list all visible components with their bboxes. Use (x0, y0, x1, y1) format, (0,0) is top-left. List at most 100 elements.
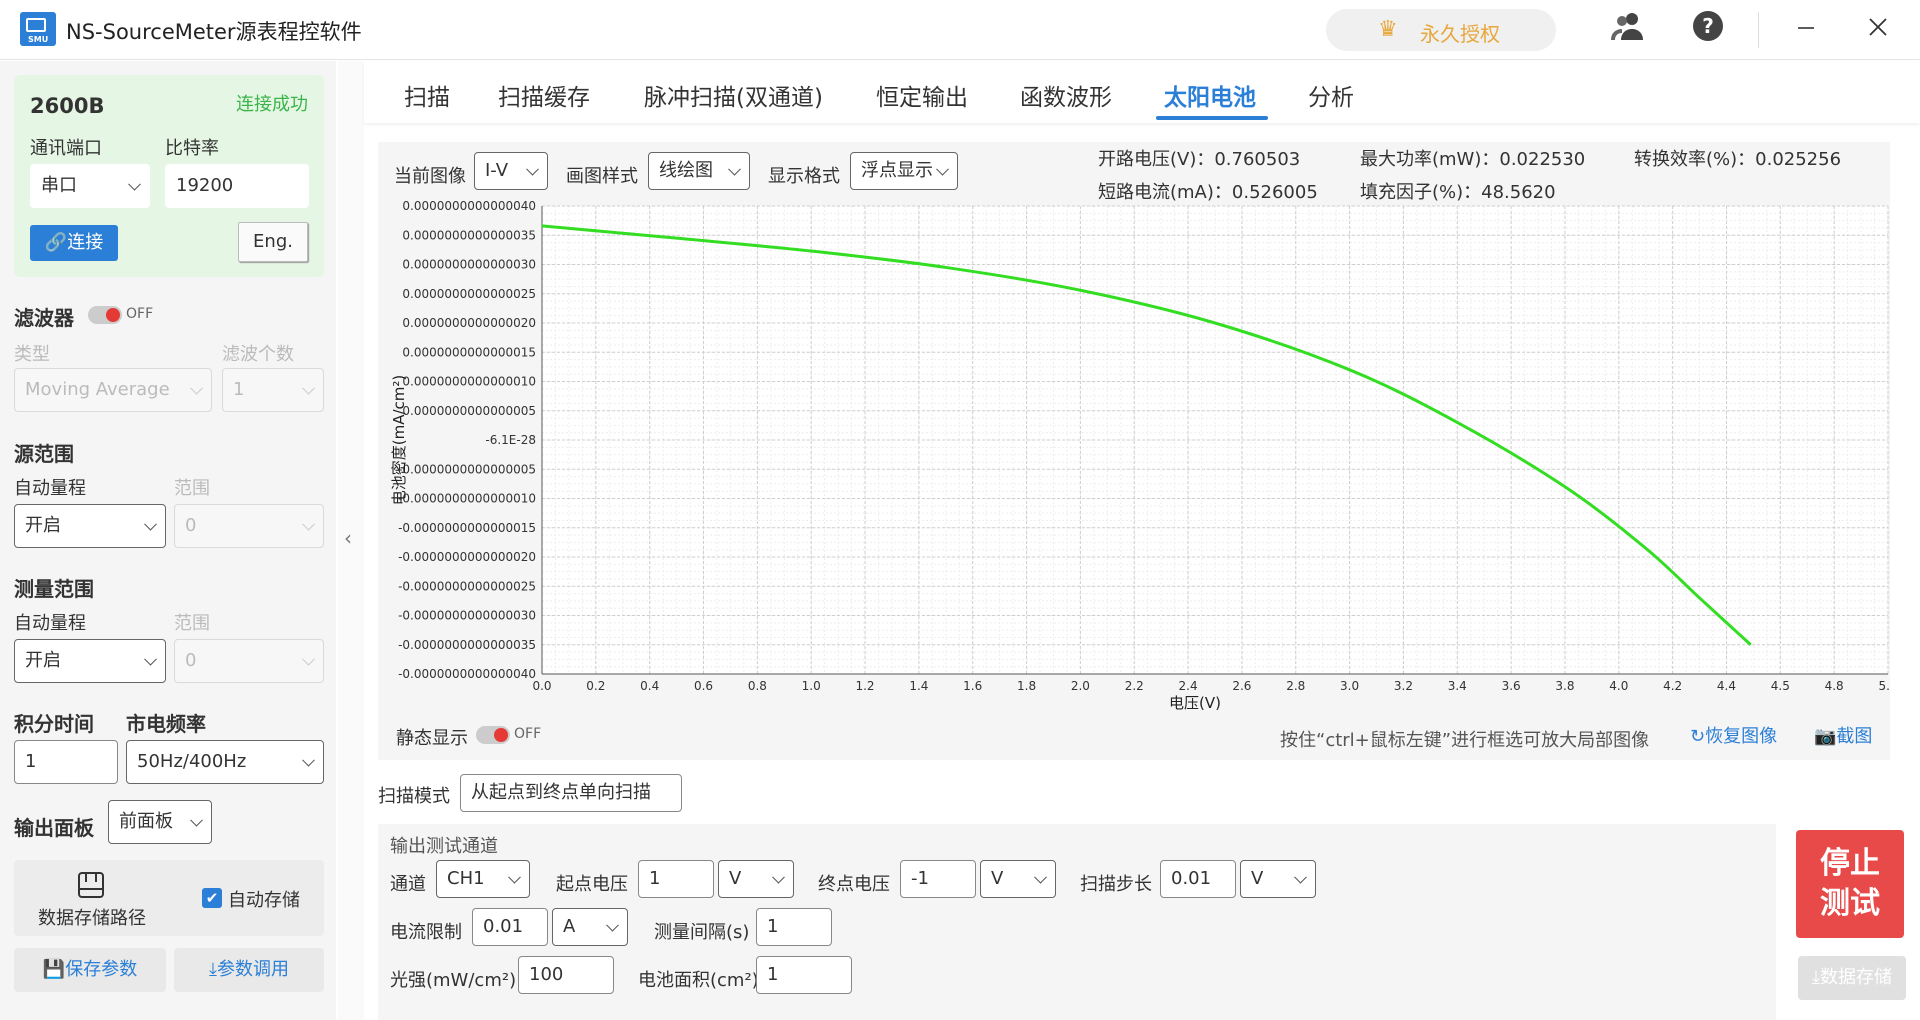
stop-label-1: 停止 (1820, 846, 1880, 881)
line-frequency-title: 市电频率 (126, 712, 206, 736)
style-label: 画图样式 (566, 166, 638, 187)
output-panel-select[interactable]: 前面板 (108, 800, 212, 844)
tab-constant-output[interactable]: 恒定输出 (876, 78, 968, 112)
baud-input[interactable]: 19200 (165, 164, 309, 208)
screenshot-button[interactable]: 📷截图 (1814, 722, 1872, 748)
stop-test-button[interactable]: 停止 测试 (1796, 830, 1904, 938)
x-tick-label: 3.8 (1555, 679, 1574, 693)
start-voltage-unit[interactable]: V (718, 860, 794, 898)
license-button[interactable]: ♛ 永久授权 (1326, 9, 1556, 51)
port-select[interactable]: 串口 (30, 164, 150, 208)
tab-solar-cell[interactable]: 太阳电池 (1164, 78, 1256, 112)
tab-scan[interactable]: 扫描 (404, 78, 450, 112)
y-tick-label: -6.1E-28 (485, 433, 536, 447)
y-tick-label: 0.0000000000000020 (402, 316, 536, 330)
measure-auto-select[interactable]: 开启 (14, 639, 166, 683)
language-button[interactable]: Eng. (238, 222, 308, 262)
x-tick-label: 2.8 (1286, 679, 1305, 693)
save-icon: 💾 (42, 959, 66, 980)
format-select[interactable]: 浮点显示 (850, 152, 958, 190)
x-tick-label: 0.8 (748, 679, 767, 693)
download-icon: ⤓ (1812, 967, 1820, 988)
x-tick-label: 4.4 (1717, 679, 1736, 693)
light-intensity-label: 光强(mW/cm²) (390, 970, 517, 991)
storage-path-label[interactable]: 数据存储路径 (38, 904, 146, 930)
x-tick-label: 2.6 (1232, 679, 1251, 693)
stop-label-2: 测试 (1820, 886, 1880, 921)
x-tick-label: 0.4 (640, 679, 659, 693)
auto-save-checkbox[interactable]: ✔ (202, 888, 222, 908)
step-input[interactable]: 0.01 (1160, 860, 1236, 898)
filter-toggle[interactable] (88, 306, 122, 324)
user-group-icon[interactable] (1608, 10, 1648, 50)
filter-title: 滤波器 (14, 306, 74, 330)
iv-chart[interactable]: 0.0 0.2 0.4 0.6 0.8 1.0 1.2 1.4 1.6 1.8 2.0 2.2 2.4 2… (378, 196, 1890, 716)
source-auto-label: 自动量程 (14, 478, 86, 499)
measure-range-title: 测量范围 (14, 577, 94, 601)
current-limit-label: 电流限制 (390, 922, 462, 943)
source-auto-select[interactable]: 开启 (14, 504, 166, 548)
image-select[interactable]: I-V (474, 152, 548, 190)
style-select[interactable]: 线绘图 (648, 152, 750, 190)
current-limit-input[interactable]: 0.01 (472, 908, 548, 946)
restore-image-button[interactable]: ↻恢复图像 (1690, 722, 1777, 748)
y-tick-label: 0.0000000000000035 (402, 228, 536, 242)
zoom-hint: 按住“ctrl+鼠标左键”进行框选可放大局部图像 (1280, 730, 1650, 751)
interval-label: 测量间隔(s) (654, 922, 750, 943)
tab-scan-buffer[interactable]: 扫描缓存 (498, 78, 590, 112)
scan-mode-select[interactable]: 从起点到终点单向扫描 (460, 774, 682, 812)
interval-input[interactable]: 1 (756, 908, 832, 946)
tab-pulse-scan[interactable]: 脉冲扫描(双通道) (644, 78, 823, 112)
data-save-button[interactable]: ⤓数据存储 (1798, 956, 1906, 1000)
x-tick-label: 2.2 (1125, 679, 1144, 693)
x-tick-label: 3.4 (1448, 679, 1467, 693)
title-bar: SMU NS-SourceMeter源表程控软件 ♛ 永久授权 ? (0, 0, 1920, 60)
start-voltage-input[interactable]: 1 (638, 860, 714, 898)
close-icon[interactable] (1858, 10, 1898, 50)
app-logo: SMU (20, 12, 56, 46)
image-label: 当前图像 (394, 166, 466, 187)
chevron-left-icon: ‹ (344, 526, 352, 550)
download-icon: ⤓ (209, 959, 217, 980)
save-params-button[interactable]: 💾保存参数 (14, 948, 166, 992)
x-tick-label: 1.2 (855, 679, 874, 693)
end-voltage-label: 终点电压 (818, 874, 890, 895)
connect-button[interactable]: 🔗连接 (30, 225, 118, 261)
current-limit-unit[interactable]: A (552, 908, 628, 946)
license-label: 永久授权 (1420, 22, 1500, 46)
step-unit[interactable]: V (1240, 860, 1316, 898)
help-icon[interactable]: ? (1688, 10, 1728, 50)
source-range-select: 0 (174, 504, 324, 548)
tab-bar (364, 61, 1920, 123)
result-voc: 开路电压(V)：0.760503 (1098, 149, 1301, 170)
x-tick-label: 1.4 (909, 679, 928, 693)
x-tick-label: 5.0 (1878, 679, 1890, 693)
static-display-toggle[interactable] (476, 726, 510, 744)
tab-analysis[interactable]: 分析 (1308, 78, 1354, 112)
end-voltage-unit[interactable]: V (980, 860, 1056, 898)
result-efficiency: 转换效率(%)：0.025256 (1634, 149, 1842, 170)
y-tick-label: -0.0000000000000020 (398, 550, 536, 564)
end-voltage-input[interactable]: -1 (900, 860, 976, 898)
minimize-icon[interactable] (1786, 10, 1826, 50)
y-tick-label: -0.0000000000000015 (398, 521, 536, 535)
channel-select[interactable]: CH1 (436, 860, 530, 898)
line-frequency-select[interactable]: 50Hz/400Hz (126, 740, 324, 784)
load-params-button[interactable]: ⤓参数调用 (174, 948, 324, 992)
integration-input[interactable]: 1 (14, 740, 118, 784)
start-voltage-label: 起点电压 (556, 874, 628, 895)
refresh-icon: ↻ (1690, 726, 1706, 747)
tab-function-waveform[interactable]: 函数波形 (1020, 78, 1112, 112)
collapse-panel-handle[interactable]: ‹ (338, 61, 364, 1020)
light-intensity-input[interactable]: 100 (518, 956, 614, 994)
crown-icon: ♛ (1378, 17, 1398, 42)
x-tick-label: 2.0 (1071, 679, 1090, 693)
x-tick-label: 4.2 (1663, 679, 1682, 693)
filter-type-label: 类型 (14, 344, 50, 365)
x-axis-label: 电压(V) (1169, 694, 1221, 712)
cell-area-input[interactable]: 1 (756, 956, 852, 994)
storage-path-icon[interactable] (76, 870, 106, 905)
svg-text:?: ? (1702, 14, 1714, 38)
x-tick-label: 0.0 (532, 679, 551, 693)
y-tick-label: -0.0000000000000035 (398, 638, 536, 652)
